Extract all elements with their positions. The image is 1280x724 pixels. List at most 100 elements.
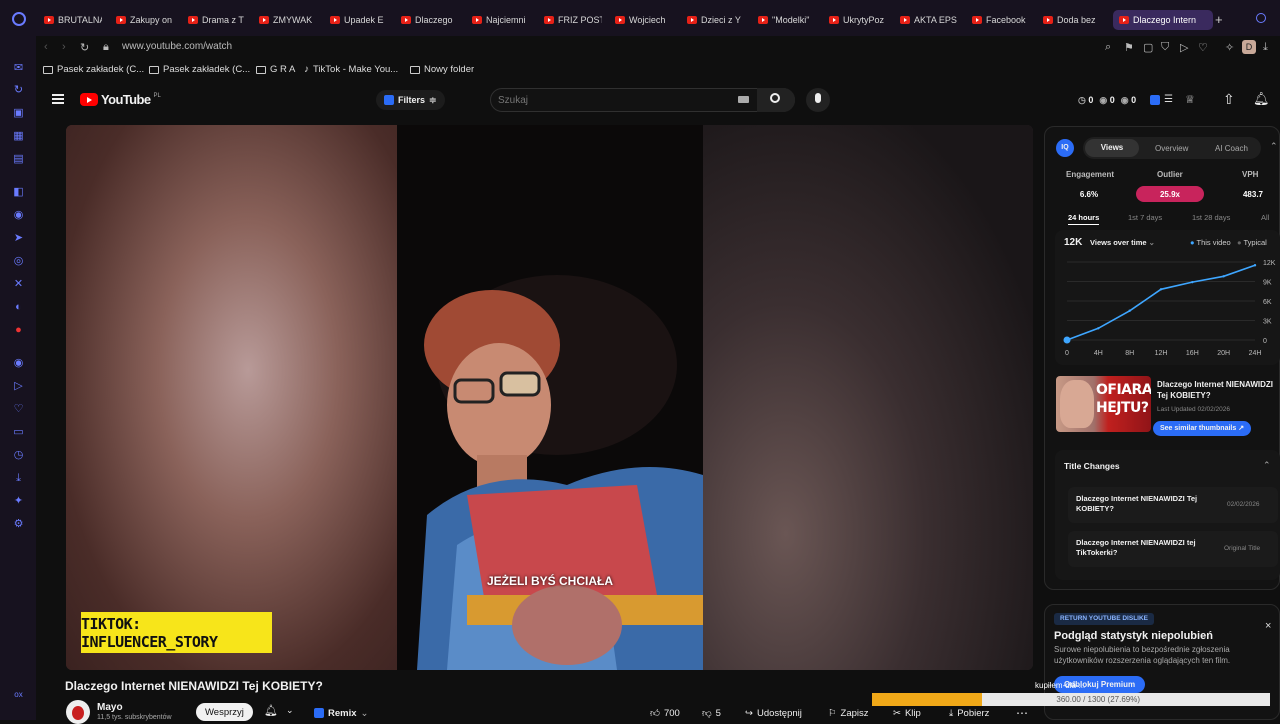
- instagram-icon[interactable]: ◎: [12, 255, 25, 268]
- search-input[interactable]: [498, 92, 728, 108]
- app-red-icon[interactable]: ●: [12, 324, 25, 337]
- range-all[interactable]: All: [1261, 213, 1269, 222]
- heart-outline-icon[interactable]: ♡: [1198, 41, 1208, 54]
- channel-name[interactable]: Mayo: [97, 702, 123, 713]
- wallet-icon[interactable]: ▭: [12, 426, 25, 439]
- subscribe-bell-icon[interactable]: 🔔︎: [264, 704, 278, 717]
- tab[interactable]: Najciemni: [472, 11, 530, 29]
- bag-icon[interactable]: ▣: [12, 107, 25, 120]
- settings-icon[interactable]: ⚙: [12, 518, 25, 531]
- trophy-icon[interactable]: ♕: [1185, 93, 1195, 106]
- tab[interactable]: "Modelki": [758, 11, 814, 29]
- hamburger-menu-icon[interactable]: [52, 94, 64, 104]
- send-icon[interactable]: ▷: [12, 380, 25, 393]
- profile-avatar[interactable]: D: [1242, 40, 1256, 54]
- bookmark-folder[interactable]: Nowy folder: [410, 64, 474, 75]
- history-icon[interactable]: ↻: [12, 84, 25, 97]
- range-28d[interactable]: 1st 28 days: [1192, 213, 1230, 222]
- more-actions-icon[interactable]: ⋯: [1016, 703, 1028, 723]
- bookmark-link[interactable]: ♪ TikTok - Make You...: [304, 64, 398, 75]
- bookmark-icon[interactable]: ⚑: [1124, 41, 1134, 54]
- bookmark-folder[interactable]: Pasek zakładek (C...: [43, 64, 144, 75]
- voice-search-button[interactable]: [806, 88, 830, 112]
- range-24h[interactable]: 24 hours: [1068, 213, 1100, 225]
- see-similar-button[interactable]: See similar thumbnails ↗: [1153, 421, 1252, 436]
- share-button[interactable]: ↪ Udostępnij: [745, 703, 802, 723]
- shield-icon[interactable]: ⛉: [1161, 41, 1169, 54]
- tab[interactable]: Facebook: [972, 11, 1030, 29]
- url-field[interactable]: www.youtube.com/watch: [122, 41, 232, 52]
- tab[interactable]: AKTA EPS: [900, 11, 958, 29]
- save-button[interactable]: ⚐ Zapisz: [828, 703, 869, 723]
- screenshot-icon[interactable]: ▢: [1143, 41, 1153, 54]
- search-button[interactable]: [757, 88, 795, 112]
- gallery-icon[interactable]: ▦: [12, 130, 25, 143]
- tab-overview[interactable]: Overview: [1155, 144, 1188, 153]
- like-button[interactable]: 👍︎ 700: [650, 703, 680, 723]
- bookmark-folder[interactable]: G R A: [256, 64, 295, 75]
- keyboard-icon[interactable]: [738, 96, 749, 103]
- mail-alt-icon[interactable]: ▤: [12, 153, 25, 166]
- collapse-chevron-icon[interactable]: ⌃: [1263, 460, 1271, 471]
- tab-views[interactable]: Views: [1085, 139, 1139, 157]
- play-icon[interactable]: ▷: [1180, 41, 1188, 54]
- tab-active[interactable]: Dlaczego Intern: [1113, 10, 1213, 30]
- twitch-icon[interactable]: ◧: [12, 186, 25, 199]
- clip-button[interactable]: ✂ Klip: [893, 703, 921, 723]
- data-point[interactable]: [1097, 327, 1100, 330]
- more-icon[interactable]: ox: [12, 688, 25, 701]
- download-icon[interactable]: ⤓: [12, 472, 25, 485]
- tab[interactable]: UkrytyPoz: [829, 11, 887, 29]
- forward-icon[interactable]: ›: [62, 41, 66, 53]
- tab[interactable]: ZMYWAK: [259, 11, 315, 29]
- tab[interactable]: BRUTALNA: [44, 11, 102, 29]
- data-point[interactable]: [1222, 275, 1225, 278]
- youtube-logo[interactable]: YouTube PL: [80, 92, 161, 107]
- support-button[interactable]: Wesprzyj: [196, 703, 253, 721]
- bookmark-folder[interactable]: Pasek zakładek (C...: [149, 64, 250, 75]
- channel-avatar[interactable]: [66, 700, 90, 724]
- browser-menu-icon[interactable]: [12, 12, 26, 26]
- tab[interactable]: Dlaczego: [401, 11, 457, 29]
- messenger-icon[interactable]: ◉: [12, 209, 25, 222]
- x-icon[interactable]: ✕: [12, 278, 25, 291]
- downloads-icon[interactable]: ⤓: [1263, 41, 1268, 54]
- chevron-down-icon[interactable]: ⌄: [286, 705, 294, 716]
- zoom-icon[interactable]: ⌕: [1105, 41, 1111, 54]
- data-point[interactable]: [1191, 280, 1194, 284]
- tab[interactable]: Zakupy on: [116, 11, 174, 29]
- spotify-icon[interactable]: ◉: [12, 357, 25, 370]
- data-point[interactable]: [1159, 288, 1163, 291]
- discord-icon[interactable]: ◐: [12, 301, 25, 314]
- menu-lines-icon[interactable]: ☰: [1164, 94, 1173, 105]
- collapse-chevron-icon[interactable]: ⌃: [1270, 141, 1278, 152]
- notifications-bell-icon[interactable]: 🔔︎: [1253, 91, 1270, 107]
- range-7d[interactable]: 1st 7 days: [1128, 213, 1162, 222]
- search-tabs-icon[interactable]: [1256, 13, 1266, 23]
- download-button[interactable]: ⤓ Pobierz: [949, 703, 989, 723]
- vidiq-header-icon[interactable]: [1150, 95, 1160, 105]
- dislike-button[interactable]: 👎︎ 5: [702, 703, 721, 723]
- heart-icon[interactable]: ♡: [12, 403, 25, 416]
- video-player[interactable]: [66, 125, 1033, 670]
- close-button[interactable]: ×: [1265, 620, 1271, 632]
- filters-button[interactable]: Filters ≑: [376, 90, 445, 110]
- upload-icon[interactable]: ⇧: [1223, 91, 1235, 108]
- tab[interactable]: Dzieci z Y: [687, 11, 743, 29]
- video-thumbnail[interactable]: OFIARA HEJTU?: [1056, 376, 1151, 432]
- tab[interactable]: FRIZ POST: [544, 11, 602, 29]
- data-point[interactable]: [1253, 264, 1257, 267]
- telegram-icon[interactable]: ➤: [12, 232, 25, 245]
- tab[interactable]: Wojciech: [615, 11, 673, 29]
- extension-puzzle-icon[interactable]: ✧: [1225, 41, 1234, 54]
- tab[interactable]: Drama z T: [188, 11, 244, 29]
- data-point[interactable]: [1063, 336, 1071, 344]
- extensions-icon[interactable]: ✦: [12, 495, 25, 508]
- tab-ai-coach[interactable]: AI Coach: [1215, 144, 1248, 153]
- tab[interactable]: Upadek E: [330, 11, 386, 29]
- new-tab-button[interactable]: +: [1215, 12, 1223, 27]
- remix-button[interactable]: Remix ⌄: [314, 703, 368, 723]
- reload-icon[interactable]: ↻: [80, 41, 89, 54]
- back-icon[interactable]: ‹: [44, 41, 48, 53]
- mail-icon[interactable]: ✉: [12, 62, 25, 75]
